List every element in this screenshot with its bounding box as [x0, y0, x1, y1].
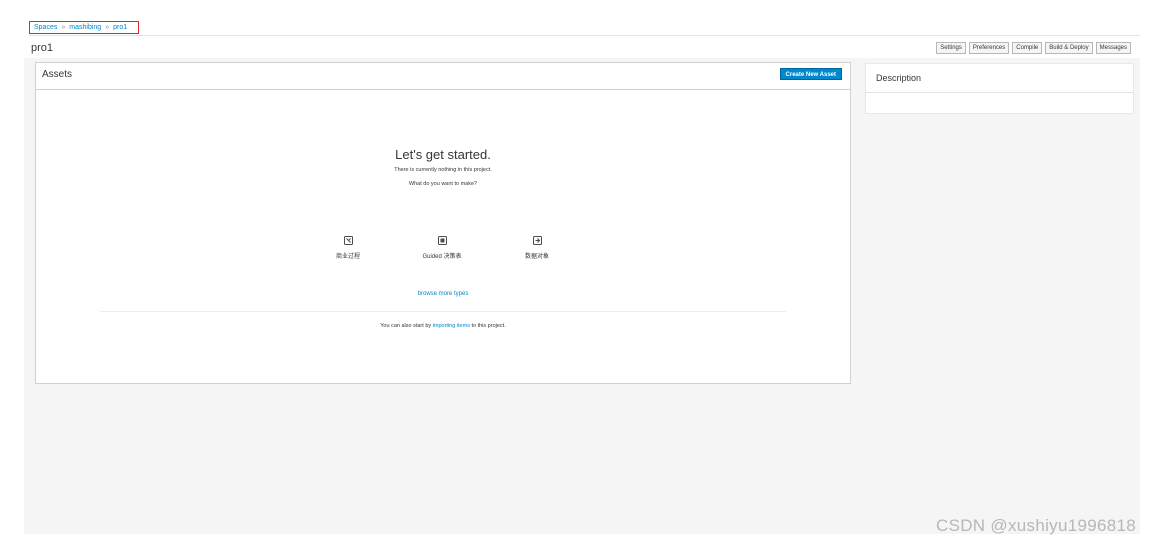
settings-button[interactable]: Settings — [936, 42, 966, 54]
empty-state-prompt: What do you want to make? — [408, 181, 478, 187]
page-title: pro1 — [31, 42, 54, 54]
preferences-button[interactable]: Preferences — [968, 42, 1010, 54]
process-icon — [343, 236, 353, 245]
description-panel: Description — [865, 63, 1134, 114]
asset-type-data-object[interactable]: 数据对象 — [507, 236, 567, 260]
asset-type-label: Guided 决策表 — [422, 254, 462, 260]
asset-type-guided-decision-table[interactable]: Guided 决策表 — [412, 236, 472, 260]
breadcrumb-item-project[interactable]: pro1 — [113, 24, 127, 31]
compile-button[interactable]: Compile — [1012, 42, 1043, 54]
import-hint-suffix: to this project. — [469, 323, 506, 329]
breadcrumb-separator: » — [61, 24, 66, 31]
empty-state-message: There is currently nothing in this proje… — [394, 167, 492, 173]
build-deploy-button[interactable]: Build & Deploy — [1045, 42, 1093, 54]
watermark: CSDN @xushiyu1996818 — [936, 516, 1136, 535]
data-object-icon — [532, 236, 542, 245]
asset-type-business-process[interactable]: 商业过程 — [318, 236, 378, 260]
import-hint: You can also start by importing items to… — [36, 323, 850, 329]
project-toolbar: Settings Preferences Compile Build & Dep… — [936, 42, 1131, 54]
assets-title: Assets — [42, 69, 73, 80]
breadcrumb-item-spaces[interactable]: Spaces — [34, 24, 57, 31]
create-new-asset-button[interactable]: Create New Asset — [779, 68, 842, 80]
breadcrumb-separator: » — [105, 24, 110, 31]
header-divider — [29, 35, 1140, 36]
breadcrumb: Spaces» mashibing» pro1 — [29, 21, 139, 34]
empty-state: Let's get started. There is currently no… — [36, 90, 850, 383]
empty-state-divider — [100, 311, 786, 312]
description-title: Description — [876, 73, 922, 83]
asset-type-label: 商业过程 — [335, 254, 360, 260]
importing-items-link[interactable]: importing items — [433, 323, 470, 329]
messages-button[interactable]: Messages — [1095, 42, 1131, 54]
assets-panel: Assets Create New Asset Let's get starte… — [35, 62, 851, 384]
empty-state-heading: Let's get started. — [395, 147, 491, 162]
breadcrumb-item-space[interactable]: mashibing — [69, 24, 101, 31]
import-hint-prefix: You can also start by — [380, 323, 433, 329]
description-header: Description — [866, 64, 1133, 93]
table-icon — [437, 236, 447, 245]
asset-type-label: 数据对象 — [524, 254, 549, 260]
assets-header: Assets Create New Asset — [36, 63, 850, 90]
browse-more-types-link[interactable]: browse more types — [36, 291, 850, 297]
